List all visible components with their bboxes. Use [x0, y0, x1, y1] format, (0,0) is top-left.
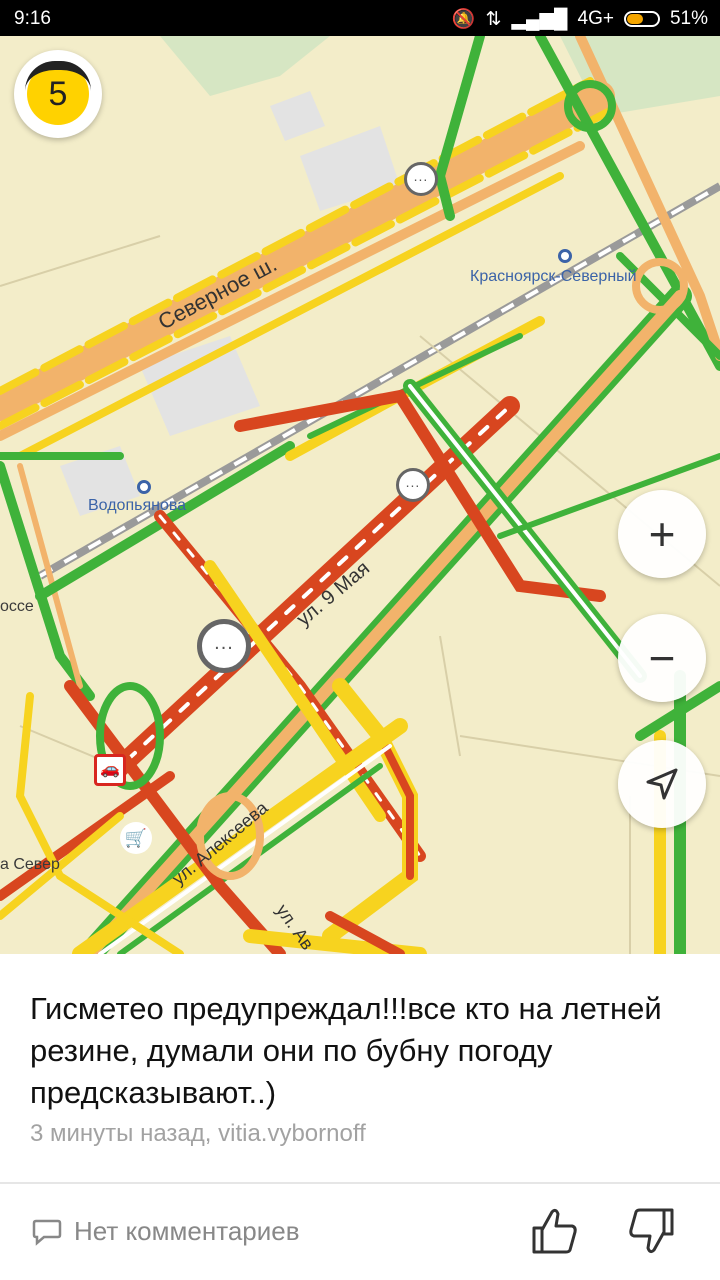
- station-label-krasnoyarsk-severny: Красноярск-Северный: [470, 268, 637, 285]
- comment-icon: [32, 1219, 62, 1246]
- battery-percent: 51%: [669, 8, 708, 29]
- dislike-icon[interactable]: [628, 1206, 676, 1256]
- like-icon[interactable]: [530, 1206, 578, 1256]
- data-arrows-icon: ⇅: [485, 8, 502, 30]
- chat-bubble-icon-selected[interactable]: ...: [197, 619, 251, 673]
- traffic-map[interactable]: Северное ш. Красноярск-Северный Водопьян…: [0, 36, 720, 954]
- status-bar: 9:16 🔕 ⇅ ▂▄▆█ 4G+ 51%: [0, 0, 720, 36]
- network-type: 4G+: [577, 8, 614, 29]
- station-label-vodopyanova: Водопьянова: [88, 497, 187, 514]
- chat-bubble-icon[interactable]: ...: [396, 468, 430, 502]
- status-time: 9:16: [14, 8, 51, 29]
- divider: [0, 1182, 720, 1184]
- road-label-osse: оссе: [0, 598, 34, 615]
- chat-bubble-icon[interactable]: ...: [404, 162, 438, 196]
- signal-icon: ▂▄▆█: [511, 8, 568, 30]
- event-meta: 3 минуты назад, vitia.vybornoff: [30, 1120, 366, 1147]
- status-icons: 🔕 ⇅ ▂▄▆█ 4G+ 51%: [452, 7, 708, 31]
- mute-icon: 🔕: [451, 9, 476, 30]
- place-label-a-sever: а Север: [0, 856, 60, 873]
- navigation-arrow-icon: [646, 768, 678, 800]
- accident-icon[interactable]: 🚗: [94, 754, 126, 786]
- zoom-out-button[interactable]: −: [618, 614, 706, 702]
- map-roads: [0, 36, 720, 954]
- minus-icon: −: [648, 632, 676, 684]
- event-message: Гисметео предупреждал!!!все кто на летне…: [30, 991, 662, 1110]
- zoom-in-button[interactable]: +: [618, 490, 706, 578]
- my-location-button[interactable]: [618, 740, 706, 828]
- plus-icon: +: [648, 508, 676, 560]
- traffic-score-button[interactable]: 5: [14, 50, 102, 138]
- station-marker-icon[interactable]: [137, 480, 151, 494]
- traffic-score-value: 5: [48, 74, 68, 113]
- comments-label: Нет комментариев: [74, 1216, 300, 1246]
- comments-button[interactable]: Нет комментариев: [32, 1216, 300, 1247]
- station-marker-icon[interactable]: [558, 249, 572, 263]
- traffic-score-icon: 5: [25, 61, 91, 125]
- shopping-cart-icon[interactable]: 🛒: [120, 822, 152, 854]
- battery-icon: [623, 11, 660, 27]
- event-card: Гисметео предупреждал!!!все кто на летне…: [0, 954, 720, 1280]
